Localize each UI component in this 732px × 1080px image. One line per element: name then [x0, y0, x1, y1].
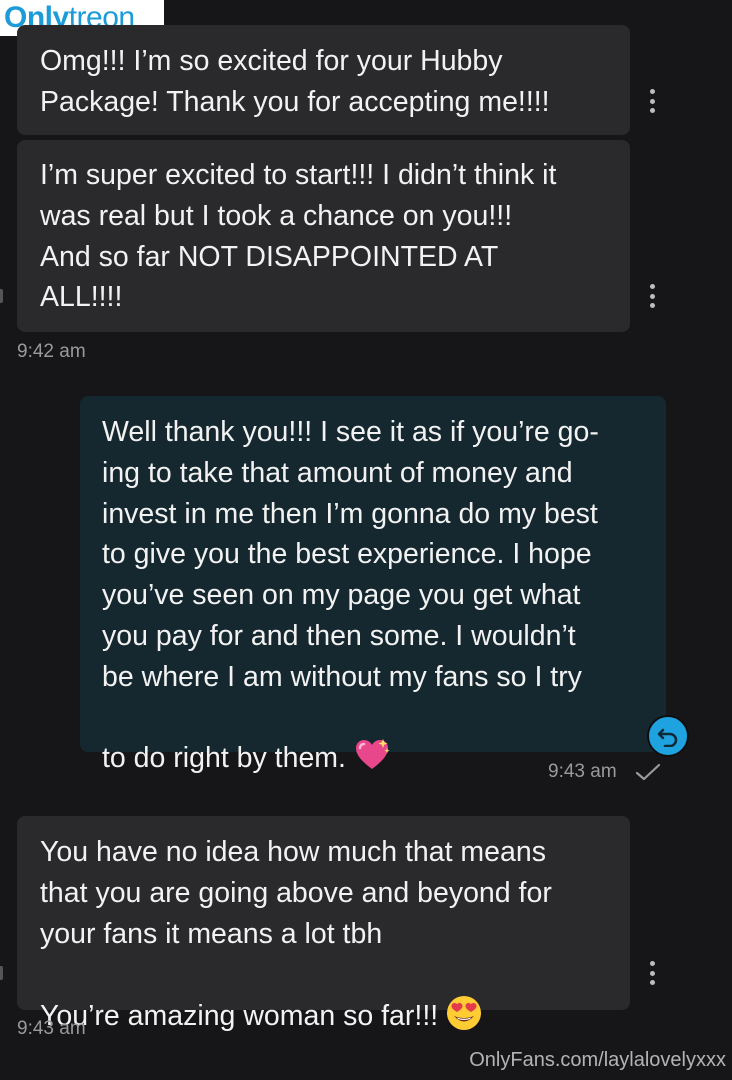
message-text: I’m super excited to start!!! I didn’t t… — [40, 159, 557, 314]
message-timestamp: 9:43 am — [17, 1018, 86, 1039]
message-text: Well thank you!!! I see it as if you’re … — [102, 412, 648, 784]
avatar-edge — [0, 966, 3, 980]
chat-screen: Only treon Omg!!! I’m so excited for your… — [0, 0, 732, 1080]
undo-arrow-icon — [657, 728, 678, 747]
footer-watermark: OnlyFans.com/laylalovelyxxx — [469, 1049, 726, 1071]
heart-eyes-icon — [446, 954, 482, 1043]
sent-check-icon — [635, 763, 661, 781]
avatar-edge — [0, 289, 3, 303]
sparkling-heart-icon — [354, 698, 390, 785]
message-text: Omg!!! I’m so excited for your Hubby Pac… — [40, 45, 550, 118]
message-text: You have no idea how much that means tha… — [40, 832, 610, 1043]
more-options-icon[interactable] — [649, 89, 655, 113]
more-options-icon[interactable] — [649, 284, 655, 308]
incoming-message[interactable]: You have no idea how much that means tha… — [17, 816, 630, 1032]
more-options-icon[interactable] — [649, 961, 655, 985]
incoming-message[interactable]: Omg!!! I’m so excited for your Hubby Pac… — [17, 25, 630, 135]
message-timestamp: 9:42 am — [17, 341, 86, 362]
outgoing-message[interactable]: Well thank you!!! I see it as if you’re … — [80, 396, 666, 773]
reply-button[interactable] — [647, 715, 689, 757]
incoming-message[interactable]: I’m super excited to start!!! I didn’t t… — [17, 140, 630, 332]
message-timestamp: 9:43 am — [548, 761, 617, 782]
message-text-body: Well thank you!!! I see it as if you’re … — [102, 416, 599, 774]
